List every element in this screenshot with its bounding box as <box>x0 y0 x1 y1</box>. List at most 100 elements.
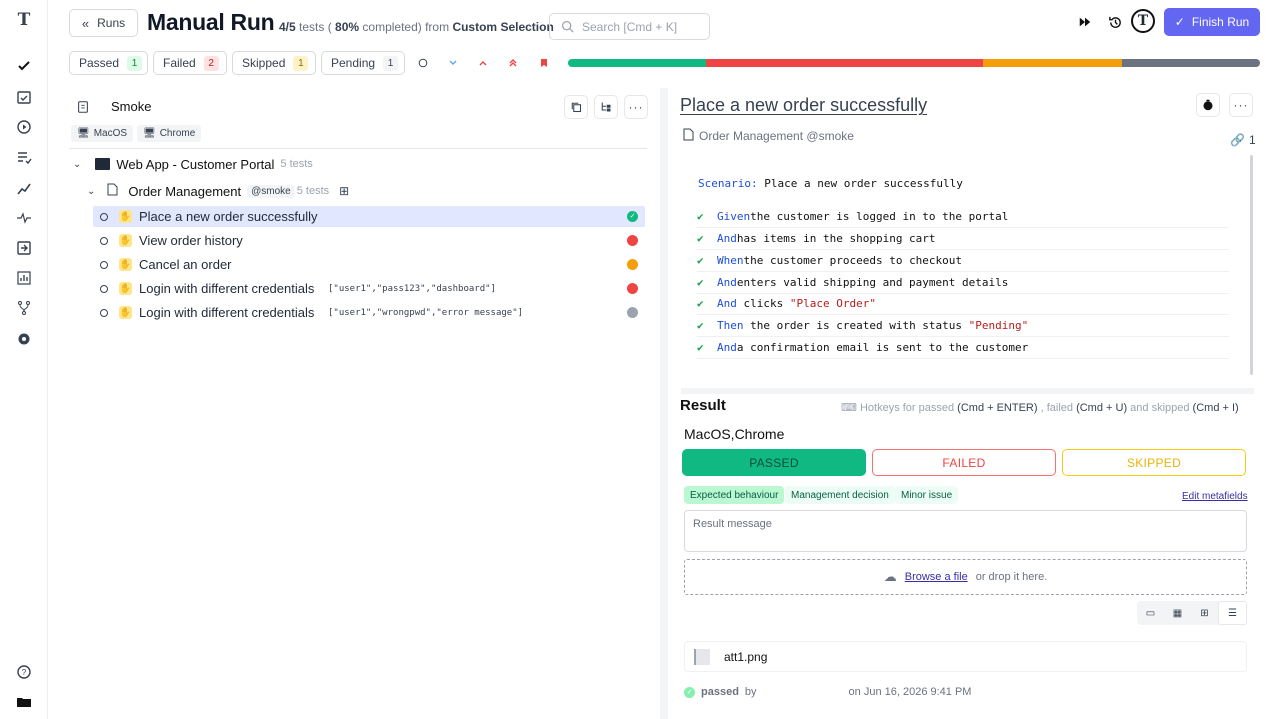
passed-button[interactable]: PASSED <box>682 449 866 476</box>
links-counter[interactable]: 🔗 1 <box>1230 133 1256 147</box>
chip-minor-issue[interactable]: Minor issue <box>895 486 959 504</box>
folder-row[interactable]: ⌄ Web App - Customer Portal 5 tests <box>73 155 313 173</box>
blocker-icon[interactable] <box>537 56 551 70</box>
bar-chart-icon[interactable] <box>14 268 34 288</box>
filter-passed-button[interactable]: Passed 1 <box>69 51 148 75</box>
attachment-view-switcher: ▭ ▦ ⊞ ☰ <box>1137 601 1247 625</box>
detail-more-button[interactable]: ··· <box>1229 93 1253 117</box>
runs-back-button[interactable]: « Runs <box>69 9 138 37</box>
chip-management-decision[interactable]: Management decision <box>785 486 895 504</box>
grid-view-icon[interactable]: ▦ <box>1164 601 1191 625</box>
step-keyword: Then <box>717 319 744 332</box>
add-square-icon[interactable]: ⊞ <box>339 184 349 198</box>
step-string: "Pending" <box>968 319 1029 332</box>
check-icon: ✔ <box>697 319 704 332</box>
gear-icon[interactable] <box>14 329 34 349</box>
attachment-item[interactable]: att1.png <box>684 641 1247 672</box>
status-circle-icon <box>100 212 108 221</box>
priority-high-icon[interactable] <box>476 56 490 70</box>
test-label: Login with different credentials <box>139 281 315 296</box>
tree-group-icon <box>76 100 90 117</box>
step-string: "Place Order" <box>789 297 876 310</box>
more-options-button[interactable]: ··· <box>624 95 648 119</box>
user-avatar[interactable]: T <box>1131 9 1155 33</box>
history-icon[interactable] <box>1104 11 1126 33</box>
image-view-icon[interactable]: ▭ <box>1137 601 1164 625</box>
calendar-check-icon[interactable] <box>14 87 34 107</box>
suite-row[interactable]: ⌄ Order Management @smoke 5 tests ⊞ <box>87 182 349 200</box>
run-progress-bar <box>568 59 1260 67</box>
tree-structure-button[interactable] <box>594 95 618 119</box>
check-icon: ✔ <box>697 232 704 245</box>
failed-button[interactable]: FAILED <box>872 449 1056 476</box>
file-dropzone[interactable]: ☁ Browse a file or drop it here. <box>684 559 1247 595</box>
environment-label: MacOS,Chrome <box>684 426 785 442</box>
filter-skipped-button[interactable]: Skipped 1 <box>232 51 316 75</box>
breadcrumb-text: Order Management @smoke <box>699 129 854 143</box>
list-check-icon[interactable] <box>14 147 34 167</box>
logo-icon[interactable]: T <box>14 10 34 30</box>
test-row[interactable]: ✋ Cancel an order <box>93 254 645 275</box>
chevron-down-icon[interactable]: ⌄ <box>87 186 95 197</box>
drop-text: or drop it here. <box>975 571 1048 583</box>
fast-forward-icon[interactable] <box>1074 11 1096 33</box>
copy-button[interactable] <box>564 95 588 119</box>
chevron-down-icon[interactable]: ⌄ <box>73 159 81 170</box>
suite-name: Order Management <box>128 183 242 199</box>
section-resizer[interactable] <box>681 388 1254 394</box>
check-icon: ✔ <box>697 297 704 310</box>
priority-critical-icon[interactable] <box>506 56 520 70</box>
step-keyword: And <box>717 276 737 289</box>
step-text: a confirmation email is sent to the cust… <box>736 341 1029 354</box>
table-view-icon[interactable]: ⊞ <box>1191 601 1218 625</box>
help-icon[interactable]: ? <box>14 662 34 682</box>
folder-icon[interactable] <box>14 692 34 712</box>
panel-resizer[interactable] <box>660 88 668 719</box>
timer-button[interactable] <box>1196 93 1220 117</box>
test-row[interactable]: ✋ Login with different credentials ["use… <box>93 278 645 299</box>
edit-metafields-link[interactable]: Edit metafields <box>1182 491 1248 502</box>
search-input[interactable]: Search [Cmd + K] <box>549 13 710 40</box>
filter-count: 1 <box>293 55 309 71</box>
manual-test-icon: ✋ <box>119 234 132 247</box>
page-title: Manual Run <box>147 9 275 35</box>
browse-file-link[interactable]: Browse a file <box>905 571 968 583</box>
pulse-icon[interactable] <box>14 208 34 228</box>
test-params: ["user1","wrongpwd","error message"] <box>328 307 524 318</box>
circle-filter-icon[interactable] <box>416 56 430 70</box>
step-text: the customer proceeds to checkout <box>743 254 963 267</box>
filter-label: Failed <box>163 56 196 70</box>
chip-expected-behaviour[interactable]: Expected behaviour <box>684 486 785 504</box>
test-label: Cancel an order <box>139 257 232 272</box>
steps-scrollbar[interactable] <box>1250 155 1253 375</box>
file-icon <box>683 128 694 144</box>
failed-status-icon <box>627 283 638 294</box>
line-chart-icon[interactable] <box>14 178 34 198</box>
test-row-selected[interactable]: ✋ Place a new order successfully ✓ <box>93 206 645 227</box>
cloud-upload-icon: ☁ <box>883 569 897 584</box>
play-circle-icon[interactable] <box>14 117 34 137</box>
test-label: Place a new order successfully <box>139 209 318 224</box>
filter-pending-button[interactable]: Pending 1 <box>321 51 405 75</box>
status-circle-icon <box>100 236 108 245</box>
skipped-button[interactable]: SKIPPED <box>1062 449 1246 476</box>
import-icon[interactable] <box>14 238 34 258</box>
filter-failed-button[interactable]: Failed 2 <box>153 51 227 75</box>
hotkey-text: Hotkeys for passed <box>859 402 958 414</box>
browser-tag: 🖥 Chrome <box>137 125 202 142</box>
monitor-icon: 🖥 <box>143 128 156 139</box>
test-row[interactable]: ✋ Login with different credentials ["use… <box>93 302 645 323</box>
list-view-icon[interactable]: ☰ <box>1218 601 1247 625</box>
checkmark-icon[interactable] <box>14 56 34 76</box>
filter-label: Pending <box>331 56 376 70</box>
finish-run-button[interactable]: ✓ Finish Run <box>1164 8 1260 36</box>
keyboard-icon: ⌨ <box>841 402 857 414</box>
step-line: ✔ And enters valid shipping and payment d… <box>697 272 1229 294</box>
priority-low-icon[interactable] <box>446 56 460 70</box>
test-row[interactable]: ✋ View order history <box>93 230 645 251</box>
branch-icon[interactable] <box>14 298 34 318</box>
check-icon: ✔ <box>697 254 704 267</box>
step-line: ✔ And has items in the shopping cart <box>697 228 1229 250</box>
scenario-text: Place a new order successfully <box>757 177 963 190</box>
result-message-input[interactable]: Result message <box>684 510 1247 552</box>
